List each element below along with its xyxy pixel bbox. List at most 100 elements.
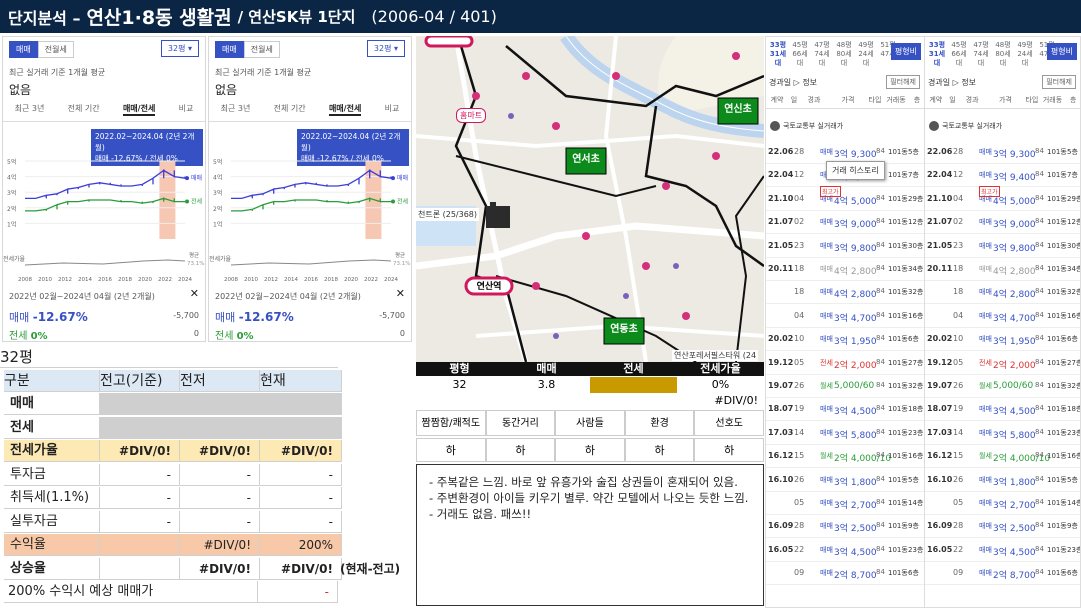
- tx-row[interactable]: 17.03 14 매매 3억 5,800 84 101동 23층: [766, 422, 924, 445]
- tx-date: 22.04: [768, 170, 794, 180]
- tab-period-3[interactable]: 비교: [385, 103, 400, 116]
- pyeong-size-tab[interactable]: 49평 24세대: [1015, 41, 1035, 68]
- tab-period-0[interactable]: 최근 3년: [221, 103, 251, 116]
- tx-row[interactable]: 22.0412 매매3억 9,40084101동7층: [925, 164, 1080, 188]
- tx-row[interactable]: 19.07 26 월세 5,000/60 84 101동 32층: [766, 375, 924, 398]
- tx-dong: 101동: [1047, 194, 1067, 203]
- tx-row[interactable]: 16.10 26 매매 3억 1,800 84 101동 5층: [766, 469, 924, 492]
- tab-sale[interactable]: 매매: [215, 41, 244, 58]
- tab-period-0[interactable]: 최근 3년: [15, 103, 45, 116]
- tx-row[interactable]: 20.11 18 매매 4억 2,800 84 101동 34층: [925, 258, 1080, 281]
- tx-row[interactable]: 09 매매 2억 8,700 84 101동 6층: [766, 562, 924, 586]
- tx-floor: 27층: [1067, 358, 1081, 367]
- tx-row[interactable]: 16.10 26 매매 3억 1,800 84 101동 5층: [925, 469, 1080, 492]
- tx-row[interactable]: 18 매매 4억 2,800 84 101동 32층: [925, 281, 1080, 305]
- sheet-header-3: 현재: [260, 369, 342, 392]
- pyeong-size-tab[interactable]: 47평 74세대: [971, 41, 991, 68]
- tx-row[interactable]: 16.05 22 매매 3억 4,500 84 101동 23층: [766, 539, 924, 562]
- tab-period-2[interactable]: 매매/전세: [328, 103, 362, 116]
- tx-row[interactable]: 16.09 28 매매 3억 2,500 84 101동 9층: [925, 515, 1080, 539]
- tab-period-1[interactable]: 전체 기간: [68, 103, 100, 116]
- tx-row[interactable]: 21.10 04 매매 4억 5,000 84 101동 29층 최고가: [925, 185, 1080, 211]
- tx-day: 05: [794, 498, 805, 507]
- poi-marker-homemart[interactable]: 홈마트: [456, 108, 487, 123]
- tx-header-cell: 경과: [965, 96, 979, 104]
- tx-price: 2억 8,700: [993, 571, 1036, 582]
- x-tick-label: 2010: [38, 277, 52, 283]
- tx-dong: 101동: [888, 265, 908, 273]
- sheet-cell: 200%: [260, 534, 342, 556]
- tx-row[interactable]: 21.10 04 매매 4억 5,000 84 101동 29층 최고가: [766, 185, 924, 211]
- tx-date: 16.05: [927, 544, 953, 554]
- sheet-cell: #DIV/0!: [260, 557, 342, 580]
- map-view[interactable]: 연서초 연신초 연동초 연산역 홈마트 천트론 (25/368) 연산포레서필스…: [416, 36, 764, 362]
- tx-floor: 34층: [908, 265, 924, 273]
- tx-row[interactable]: 18.07 19 매매 3억 4,500 84 101동 18층: [925, 398, 1080, 422]
- tx-row[interactable]: 16.05 22 매매 3억 4,500 84 101동 23층: [925, 539, 1080, 562]
- tx-row[interactable]: 20.02 10 매매 3억 1,950 84 101동 6층: [925, 328, 1080, 352]
- tx-row[interactable]: 04 매매 3억 4,700 84 101동 16층: [766, 305, 924, 328]
- tab-rent[interactable]: 전월세: [243, 41, 280, 58]
- pyeong-size-tab[interactable]: 33평 31세대: [768, 41, 788, 68]
- tx-kind: 매매: [820, 545, 833, 554]
- close-icon[interactable]: ✕: [396, 287, 405, 300]
- tab-period-2[interactable]: 매매/전세: [122, 103, 156, 116]
- tx-type: 84: [876, 217, 885, 226]
- tx-row[interactable]: 17.03 14 매매 3억 5,800 84 101동 23층: [925, 422, 1080, 445]
- tx-row[interactable]: 19.12 05 전세 2억 2,000 84 101동 27층: [766, 352, 924, 375]
- tx-row[interactable]: 21.07 02 매매 3억 9,000 84 101동 12층: [925, 211, 1080, 235]
- tx-kind: 매매: [820, 148, 833, 156]
- clear-filter-button[interactable]: 필터해제: [886, 75, 920, 89]
- tx-row[interactable]: 21.05 23 매매 3억 9,800 84 101동 30층: [766, 235, 924, 258]
- sheet-header-0: 구분: [4, 369, 100, 392]
- ratio-label: 전세가율: [3, 255, 26, 263]
- close-icon[interactable]: ✕: [190, 287, 199, 300]
- survey-header-1: 동간거리: [485, 410, 556, 436]
- tx-row[interactable]: 20.02 10 매매 3억 1,950 84 101동 6층: [766, 328, 924, 352]
- tab-period-1[interactable]: 전체 기간: [274, 103, 306, 116]
- tx-row[interactable]: 09 매매 2억 8,700 84 101동 6층: [925, 562, 1080, 586]
- pyeong-size-tab[interactable]: 45평 66세대: [949, 41, 969, 68]
- tx-row[interactable]: 05 매매 3억 2,700 84 101동 14층: [766, 492, 924, 515]
- pyeong-size-tab[interactable]: 33평 31세대: [927, 41, 947, 68]
- tx-row[interactable]: 21.05 23 매매 3억 9,800 84 101동 30층: [925, 235, 1080, 258]
- tx-row[interactable]: 05 매매 3억 2,700 84 101동 14층: [925, 492, 1080, 515]
- tx-kind: 매매: [979, 475, 992, 484]
- tx-row[interactable]: 18.07 19 매매 3억 4,500 84 101동 18층: [766, 398, 924, 422]
- tx-price: 3억 1,800: [993, 477, 1036, 488]
- pyeong-select[interactable]: 32평 ▾: [160, 40, 199, 57]
- tx-row[interactable]: 04 매매 3억 4,700 84 101동 16층: [925, 305, 1080, 328]
- pyeong-size-tab[interactable]: 48평 80세대: [993, 41, 1013, 68]
- tx-price: 3억 4,700: [993, 313, 1036, 324]
- pyeong-size-tab[interactable]: 47평 74세대: [812, 41, 832, 68]
- pyeong-size-tab[interactable]: 45평 66세대: [790, 41, 810, 68]
- sale-change-label: 매매: [215, 311, 236, 324]
- tab-sale[interactable]: 매매: [9, 41, 38, 58]
- tx-day: 09: [953, 568, 964, 578]
- sheet-row-label: 실투자금: [4, 510, 100, 533]
- tx-date: 19.07: [768, 381, 794, 390]
- pyeong-size-tab[interactable]: 49평 24세대: [856, 41, 876, 68]
- tx-row[interactable]: 18 매매 4억 2,800 84 101동 32층: [766, 281, 924, 305]
- tx-row[interactable]: 22.06 28 매매 3억 9,300 84 101동 5층: [925, 141, 1080, 164]
- tx-type: 84: [876, 544, 885, 553]
- tx-row[interactable]: 19.07 26 월세 5,000/60 84 101동 32층: [925, 375, 1080, 398]
- tx-day: 15: [794, 451, 805, 461]
- pyeong-select[interactable]: 32평 ▾: [366, 40, 405, 57]
- tab-period-3[interactable]: 비교: [179, 103, 194, 116]
- tx-row[interactable]: 21.07 02 매매 3억 9,000 84 101동 12층: [766, 211, 924, 235]
- pyeong-size-tab[interactable]: 48평 80세대: [834, 41, 854, 68]
- tx-kind: 매매: [979, 265, 992, 273]
- tab-rent[interactable]: 전월세: [37, 41, 74, 58]
- tx-day: 23: [794, 240, 805, 250]
- tx-row[interactable]: 16.09 28 매매 3억 2,500 84 101동 9층: [766, 515, 924, 539]
- tx-row[interactable]: 16.12 15 월세 2억 4,000/10 84 101동 16층: [925, 445, 1080, 469]
- tx-row[interactable]: 16.12 15 월세 2억 4,000/10 84 101동 16층: [766, 445, 924, 469]
- avg-value: 없음: [215, 83, 238, 97]
- tx-type: 84: [876, 334, 885, 343]
- tx-row[interactable]: 20.11 18 매매 4억 2,800 84 101동 34층: [766, 258, 924, 281]
- clear-filter-button[interactable]: 필터해제: [1042, 75, 1076, 89]
- compare-button[interactable]: 평형비: [1046, 43, 1077, 60]
- compare-button[interactable]: 평형비: [890, 43, 921, 60]
- tx-row[interactable]: 19.12 05 전세 2억 2,000 84 101동 27층: [925, 352, 1080, 375]
